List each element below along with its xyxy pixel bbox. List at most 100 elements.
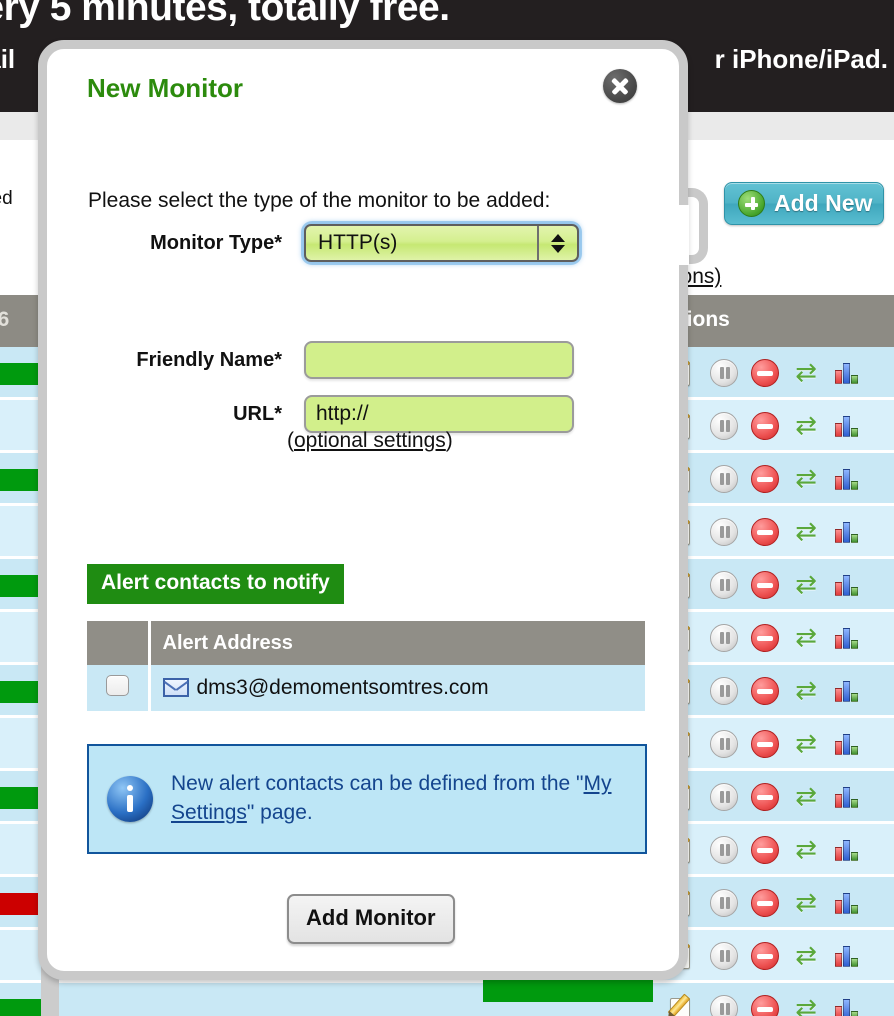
- reset-icon[interactable]: ⇄: [791, 676, 821, 706]
- stop-icon[interactable]: [750, 358, 780, 388]
- add-new-button[interactable]: Add New: [724, 182, 884, 225]
- row-actions: ⇄: [667, 357, 862, 388]
- pause-icon[interactable]: [709, 358, 739, 388]
- pause-icon[interactable]: [709, 411, 739, 441]
- table-row: ⇄: [0, 983, 894, 1016]
- dialog-intro-text: Please select the type of the monitor to…: [88, 189, 551, 212]
- plus-circle-icon: [738, 190, 765, 217]
- close-icon[interactable]: [603, 69, 637, 103]
- screen-root: every 5 minutes, totally free. e-mail r …: [0, 0, 894, 1016]
- pause-icon[interactable]: [709, 888, 739, 918]
- stats-icon[interactable]: [832, 835, 862, 865]
- url-row: URL*: [87, 395, 607, 433]
- stats-icon[interactable]: [832, 676, 862, 706]
- optional-settings-link[interactable]: (optional settings): [287, 429, 453, 453]
- stats-icon[interactable]: [832, 464, 862, 494]
- stats-icon[interactable]: [832, 358, 862, 388]
- monitor-type-value: HTTP(s): [318, 231, 398, 254]
- info-callout: New alert contacts can be defined from t…: [87, 744, 647, 854]
- contact-select-cell[interactable]: [87, 665, 151, 711]
- reset-icon[interactable]: ⇄: [791, 517, 821, 547]
- pause-icon[interactable]: [709, 782, 739, 812]
- info-text-before: New alert contacts can be defined from t…: [171, 772, 584, 796]
- stats-icon[interactable]: [832, 941, 862, 971]
- pause-icon[interactable]: [709, 729, 739, 759]
- stop-icon[interactable]: [750, 994, 780, 1016]
- uptime-bar-up: [0, 681, 41, 703]
- stop-icon[interactable]: [750, 570, 780, 600]
- stop-icon[interactable]: [750, 782, 780, 812]
- row-actions: ⇄: [667, 887, 862, 918]
- contact-address-label: dms3@demomentsomtres.com: [196, 676, 489, 699]
- pause-icon[interactable]: [709, 676, 739, 706]
- stop-icon[interactable]: [750, 835, 780, 865]
- info-text-after: " page.: [246, 801, 313, 824]
- friendly-name-label: Friendly Name*: [136, 349, 282, 371]
- pause-icon[interactable]: [709, 623, 739, 653]
- stop-icon[interactable]: [750, 888, 780, 918]
- pause-icon[interactable]: [709, 464, 739, 494]
- edit-icon[interactable]: [667, 993, 698, 1016]
- table-header-row: Alert Address: [87, 621, 645, 665]
- reset-icon[interactable]: ⇄: [791, 835, 821, 865]
- uptime-bar-up: [0, 999, 41, 1016]
- pause-icon[interactable]: [709, 835, 739, 865]
- stats-icon[interactable]: [832, 411, 862, 441]
- stop-icon[interactable]: [750, 464, 780, 494]
- stop-icon[interactable]: [750, 729, 780, 759]
- reset-icon[interactable]: ⇄: [791, 994, 821, 1016]
- reset-icon[interactable]: ⇄: [791, 464, 821, 494]
- row-actions: ⇄: [667, 410, 862, 441]
- stop-icon[interactable]: [750, 676, 780, 706]
- monitor-type-select[interactable]: HTTP(s): [304, 224, 579, 262]
- stats-icon[interactable]: [832, 623, 862, 653]
- monitor-type-label: Monitor Type*: [150, 232, 282, 254]
- table-header-left-label: 16: [0, 308, 10, 331]
- reset-icon[interactable]: ⇄: [791, 729, 821, 759]
- stats-icon[interactable]: [832, 729, 862, 759]
- stats-icon[interactable]: [832, 888, 862, 918]
- uptime-bar-up: [483, 980, 653, 1002]
- dialog-title: New Monitor: [87, 73, 243, 103]
- email-icon: [162, 678, 189, 697]
- add-monitor-button[interactable]: Add Monitor: [287, 894, 455, 944]
- uptime-bar-up: [0, 469, 41, 491]
- stats-icon[interactable]: [832, 782, 862, 812]
- uptime-bar-up: [0, 363, 41, 385]
- contact-address-cell: dms3@demomentsomtres.com: [149, 665, 645, 711]
- info-icon: [107, 776, 153, 822]
- friendly-name-row: Friendly Name*: [87, 341, 607, 379]
- reset-icon[interactable]: ⇄: [791, 623, 821, 653]
- add-new-button-label: Add New: [774, 190, 873, 216]
- chevron-up-icon: [551, 233, 565, 242]
- row-actions: ⇄: [667, 463, 862, 494]
- pause-icon[interactable]: [709, 570, 739, 600]
- row-actions: ⇄: [667, 675, 862, 706]
- reset-icon[interactable]: ⇄: [791, 411, 821, 441]
- chevron-updown-icon[interactable]: [537, 226, 577, 260]
- stop-icon[interactable]: [750, 623, 780, 653]
- url-input[interactable]: [304, 395, 574, 433]
- pause-icon[interactable]: [709, 517, 739, 547]
- reset-icon[interactable]: ⇄: [791, 570, 821, 600]
- alert-address-column-header: Alert Address: [149, 621, 645, 665]
- stop-icon[interactable]: [750, 411, 780, 441]
- contact-checkbox[interactable]: [105, 674, 129, 696]
- row-actions: ⇄: [667, 781, 862, 812]
- row-actions: ⇄: [667, 569, 862, 600]
- reset-icon[interactable]: ⇄: [791, 888, 821, 918]
- promo-subline-right: r iPhone/iPad.: [714, 44, 888, 74]
- reset-icon[interactable]: ⇄: [791, 941, 821, 971]
- stop-icon[interactable]: [750, 517, 780, 547]
- reset-icon[interactable]: ⇄: [791, 782, 821, 812]
- stats-icon[interactable]: [832, 570, 862, 600]
- friendly-name-input[interactable]: [304, 341, 574, 379]
- uptime-bar-up: [0, 575, 41, 597]
- monitor-type-row: Monitor Type* HTTP(s): [87, 224, 607, 262]
- pause-icon[interactable]: [709, 941, 739, 971]
- pause-icon[interactable]: [709, 994, 739, 1016]
- stats-icon[interactable]: [832, 517, 862, 547]
- stop-icon[interactable]: [750, 941, 780, 971]
- reset-icon[interactable]: ⇄: [791, 358, 821, 388]
- stats-icon[interactable]: [832, 994, 862, 1016]
